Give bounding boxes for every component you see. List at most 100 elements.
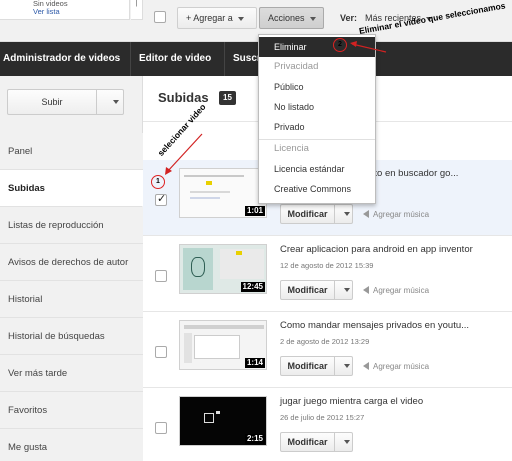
video-duration: 2:15 bbox=[244, 434, 265, 444]
sidebar-item-search-history[interactable]: Historial de búsquedas bbox=[0, 318, 143, 355]
thumb-detail bbox=[191, 257, 205, 277]
upload-label: Subir bbox=[41, 97, 63, 107]
menu-item-creative-commons[interactable]: Creative Commons bbox=[259, 179, 375, 199]
upload-button[interactable]: Subir bbox=[7, 89, 124, 115]
sidebar-item-panel[interactable]: Panel bbox=[0, 133, 143, 170]
thumb-detail bbox=[204, 413, 214, 423]
sidebar-item-copyright-notices[interactable]: Avisos de derechos de autor bbox=[0, 244, 143, 281]
add-to-button[interactable]: + Agregar a bbox=[177, 7, 257, 29]
thumb-detail bbox=[216, 411, 220, 414]
step-1-marker: 1 bbox=[151, 175, 165, 189]
step-2-marker: 2 bbox=[333, 38, 347, 52]
sidebar-item-watch-later[interactable]: Ver más tarde bbox=[0, 355, 143, 392]
sidebar-item-likes[interactable]: Me gusta bbox=[0, 429, 143, 461]
thumb-detail bbox=[184, 333, 192, 363]
menu-header-license: Licencia bbox=[274, 143, 309, 154]
add-music-label: Agregar música bbox=[373, 362, 430, 371]
add-to-label: + Agregar a bbox=[186, 13, 233, 23]
chevron-down-icon[interactable] bbox=[344, 288, 350, 292]
thumb-detail bbox=[190, 197, 220, 199]
modify-button[interactable]: Modificar bbox=[280, 356, 353, 376]
nav-video-editor[interactable]: Editor de video bbox=[139, 42, 211, 76]
top-nav: Administrador de videos Editor de video … bbox=[0, 42, 512, 76]
chevron-down-icon bbox=[237, 16, 244, 21]
chevron-down-icon[interactable] bbox=[113, 100, 119, 104]
thumb-detail bbox=[190, 191, 230, 193]
video-thumbnail[interactable]: 1:01 bbox=[179, 168, 267, 218]
video-row[interactable]: 12:45 Crear aplicacion para android en a… bbox=[143, 236, 512, 312]
modify-button[interactable]: Modificar bbox=[280, 280, 353, 300]
chevron-down-icon[interactable] bbox=[344, 212, 350, 216]
sidebar-item-uploads[interactable]: Subidas bbox=[0, 170, 143, 207]
chevron-down-icon[interactable] bbox=[344, 364, 350, 368]
thumb-detail bbox=[184, 325, 264, 329]
video-thumbnail[interactable]: 2:15 bbox=[179, 396, 267, 446]
add-music-link[interactable]: Agregar música bbox=[363, 210, 429, 219]
thumb-detail bbox=[236, 251, 242, 255]
modify-divider bbox=[334, 205, 335, 223]
video-title[interactable]: jugar juego mientra carga el video bbox=[280, 396, 423, 407]
nav-divider bbox=[224, 42, 225, 76]
select-all-checkbox[interactable] bbox=[154, 11, 166, 23]
mini-panel: | bbox=[131, 0, 143, 20]
add-music-link[interactable]: Agregar música bbox=[363, 362, 429, 371]
sidebar-item-favorites[interactable]: Favoritos bbox=[0, 392, 143, 429]
modify-divider bbox=[334, 433, 335, 451]
menu-item-unlisted[interactable]: No listado bbox=[259, 97, 375, 117]
modify-label: Modificar bbox=[287, 209, 328, 219]
modify-button[interactable]: Modificar bbox=[280, 432, 353, 452]
speaker-icon bbox=[363, 362, 369, 370]
actions-button[interactable]: Acciones bbox=[259, 7, 324, 29]
video-duration: 1:01 bbox=[244, 206, 265, 216]
upload-divider bbox=[96, 90, 97, 114]
chevron-down-icon[interactable] bbox=[344, 440, 350, 444]
video-duration: 12:45 bbox=[240, 282, 265, 292]
count-badge: 15 bbox=[219, 91, 236, 105]
view-list-link[interactable]: Ver lista bbox=[33, 8, 129, 16]
nav-subscriptions[interactable]: Suscr bbox=[233, 42, 261, 76]
thumb-detail bbox=[220, 249, 264, 279]
video-title[interactable]: Crear aplicacion para android en app inv… bbox=[280, 244, 473, 255]
sidebar: Subir Panel Subidas Listas de reproducci… bbox=[0, 76, 143, 461]
nav-video-manager[interactable]: Administrador de videos bbox=[3, 42, 120, 76]
thumb-detail bbox=[184, 175, 244, 177]
speaker-icon bbox=[363, 286, 369, 294]
video-checkbox[interactable] bbox=[155, 346, 167, 358]
video-date: 26 de julio de 2012 15:27 bbox=[280, 413, 365, 422]
modify-divider bbox=[334, 281, 335, 299]
video-date: 12 de agosto de 2012 15:39 bbox=[280, 261, 374, 270]
video-row[interactable]: 2:15 jugar juego mientra carga el video … bbox=[143, 388, 512, 461]
video-duration: 1:14 bbox=[244, 358, 265, 368]
thumb-detail bbox=[206, 181, 212, 185]
thumb-detail bbox=[194, 335, 240, 359]
add-music-link[interactable]: Agregar música bbox=[363, 286, 429, 295]
actions-label: Acciones bbox=[268, 13, 305, 23]
view-label: Ver: bbox=[340, 13, 358, 23]
menu-item-public[interactable]: Público bbox=[259, 77, 375, 97]
actions-menu: Eliminar Privacidad Público No listado P… bbox=[258, 34, 376, 204]
video-checkbox[interactable] bbox=[155, 422, 167, 434]
add-music-label: Agregar música bbox=[373, 210, 430, 219]
video-title[interactable]: ulto en buscador go... bbox=[367, 168, 458, 179]
video-checkbox[interactable] bbox=[155, 192, 167, 206]
menu-item-delete[interactable]: Eliminar bbox=[259, 37, 375, 57]
video-thumbnail[interactable]: 12:45 bbox=[179, 244, 267, 294]
speaker-icon bbox=[363, 210, 369, 218]
modify-label: Modificar bbox=[287, 437, 328, 447]
modify-label: Modificar bbox=[287, 361, 328, 371]
nav-divider bbox=[130, 42, 131, 76]
modify-label: Modificar bbox=[287, 285, 328, 295]
playlist-summary: Sin videos Ver lista bbox=[0, 0, 130, 20]
sidebar-item-history[interactable]: Historial bbox=[0, 281, 143, 318]
modify-button[interactable]: Modificar bbox=[280, 204, 353, 224]
video-row[interactable]: 1:14 Como mandar mensajes privados en yo… bbox=[143, 312, 512, 388]
video-title[interactable]: Como mandar mensajes privados en youtu..… bbox=[280, 320, 469, 331]
chevron-down-icon bbox=[309, 16, 316, 21]
sidebar-item-playlists[interactable]: Listas de reproducción bbox=[0, 207, 143, 244]
menu-item-private[interactable]: Privado bbox=[259, 117, 375, 137]
video-thumbnail[interactable]: 1:14 bbox=[179, 320, 267, 370]
menu-header-privacy: Privacidad bbox=[274, 61, 319, 72]
video-checkbox[interactable] bbox=[155, 270, 167, 282]
add-music-label: Agregar música bbox=[373, 286, 430, 295]
menu-item-standard-license[interactable]: Licencia estándar bbox=[259, 159, 375, 179]
